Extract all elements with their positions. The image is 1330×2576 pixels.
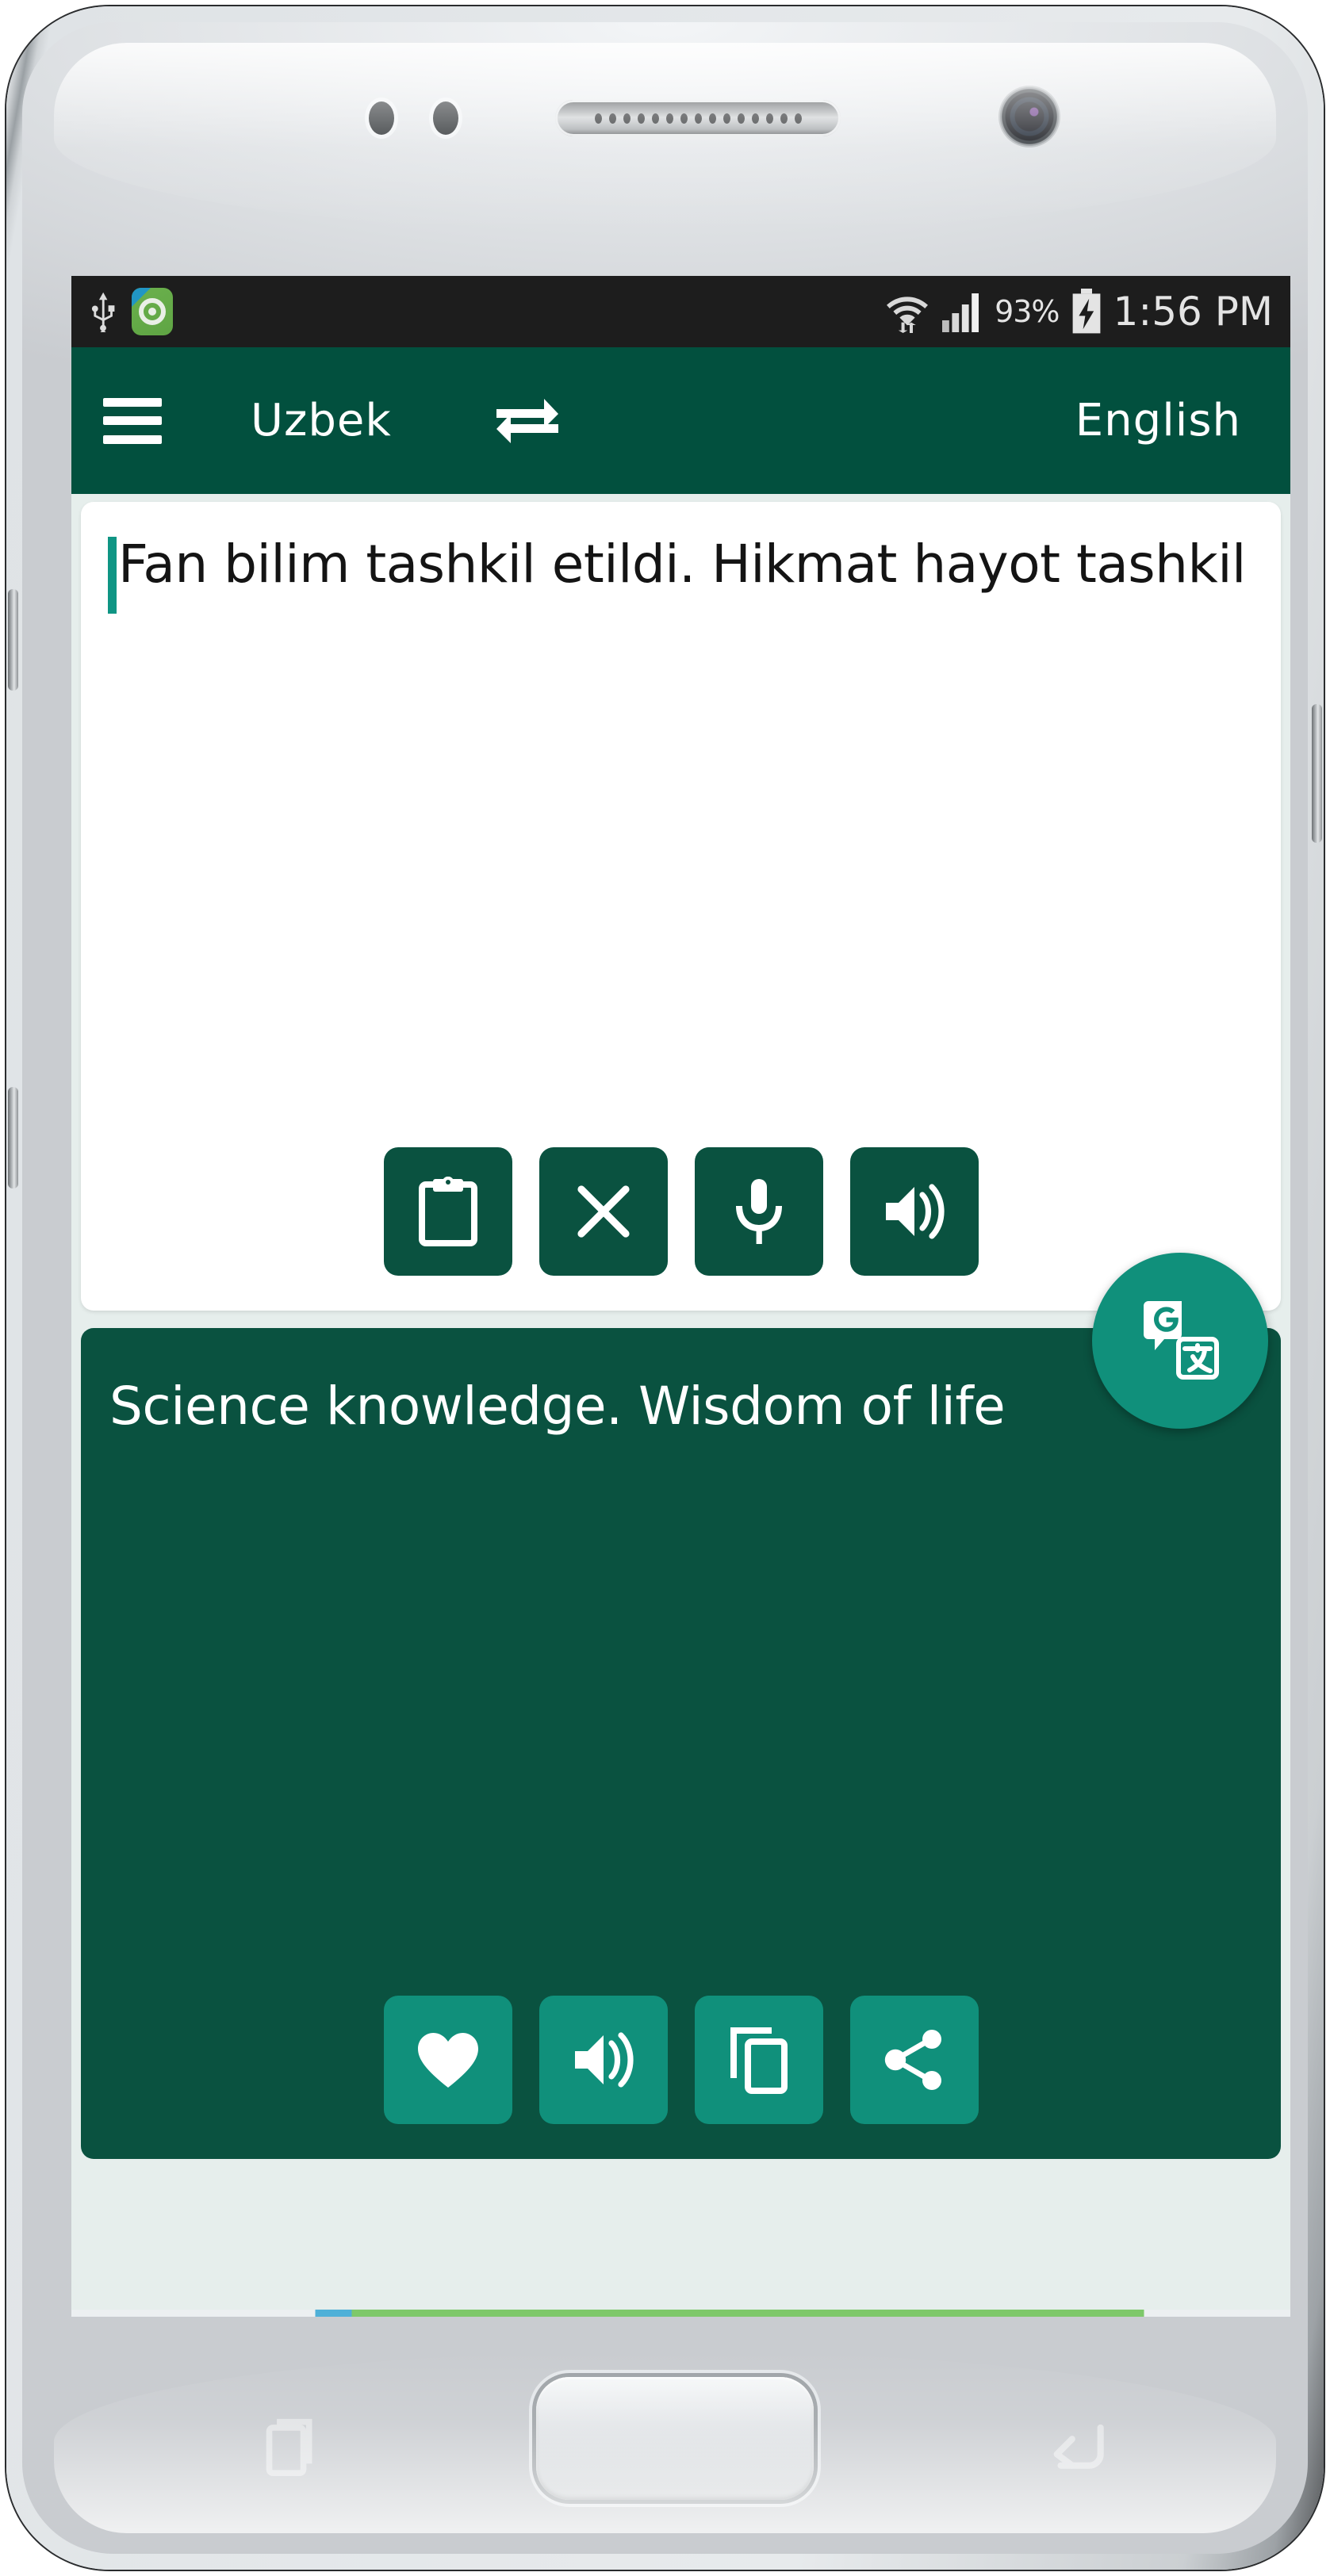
status-bar: 93% 1:56 PM — [71, 276, 1290, 347]
battery-charging-icon — [1072, 289, 1100, 334]
light-sensor-icon — [433, 101, 458, 135]
page-progress-bar — [71, 2310, 1290, 2317]
usb-icon — [91, 292, 115, 332]
phone-device: 93% 1:56 PM Uzbek English Fan bilim tash… — [6, 6, 1324, 2570]
clock-label: 1:56 PM — [1113, 289, 1273, 335]
volume-down-button[interactable] — [8, 1087, 18, 1188]
share-icon — [884, 2030, 941, 2090]
speak-translation-button[interactable] — [539, 1996, 668, 2124]
source-text-input[interactable]: Fan bilim tashkil etildi. Hikmat hayot t… — [81, 502, 1281, 1147]
volume-up-button[interactable] — [8, 589, 18, 691]
front-camera-icon — [1000, 87, 1059, 146]
clipboard-icon — [418, 1177, 477, 1246]
power-button[interactable] — [1312, 704, 1322, 843]
swap-languages-icon[interactable] — [493, 393, 562, 449]
earpiece-speaker-grille — [555, 100, 841, 136]
translation-result-card: Science knowledge. Wisdom of life — [81, 1328, 1281, 2159]
cellular-signal-icon — [942, 293, 979, 332]
proximity-sensor-icon — [369, 101, 394, 135]
microphone-icon — [735, 1179, 782, 1244]
source-actions-row — [81, 1147, 1281, 1311]
source-language-button[interactable]: Uzbek — [251, 395, 392, 446]
wifi-icon — [887, 297, 929, 333]
heart-icon — [417, 2033, 478, 2088]
phone-screen: 93% 1:56 PM Uzbek English Fan bilim tash… — [71, 276, 1290, 2317]
device-gloss-top — [54, 43, 1276, 233]
speak-source-button[interactable] — [849, 1147, 979, 1276]
home-button[interactable] — [536, 2377, 814, 2500]
hamburger-menu-icon[interactable] — [103, 397, 162, 444]
recents-icon[interactable] — [252, 2409, 320, 2477]
speaker-icon — [574, 2032, 633, 2088]
source-text-card: Fan bilim tashkil etildi. Hikmat hayot t… — [81, 502, 1281, 1311]
paste-button[interactable] — [383, 1147, 512, 1276]
translation-text-value: Science knowledge. Wisdom of life — [109, 1376, 1006, 1437]
translation-actions-row — [81, 1996, 1281, 2159]
target-language-button[interactable]: English — [1075, 395, 1241, 446]
copy-button[interactable] — [694, 1996, 823, 2124]
copy-icon — [730, 2027, 788, 2094]
phone-body: 93% 1:56 PM Uzbek English Fan bilim tash… — [22, 22, 1308, 2554]
google-translate-fab[interactable] — [1092, 1253, 1268, 1429]
favorite-button[interactable] — [383, 1996, 512, 2124]
source-text-value: Fan bilim tashkil etildi. Hikmat hayot t… — [118, 534, 1246, 595]
clear-button[interactable] — [539, 1147, 668, 1276]
speaker-icon — [885, 1184, 944, 1239]
google-translate-icon — [1144, 1301, 1219, 1380]
app-bar: Uzbek English — [71, 347, 1290, 494]
share-button[interactable] — [849, 1996, 979, 2124]
back-icon[interactable] — [1044, 2409, 1112, 2477]
battery-percent-label: 93% — [995, 294, 1060, 329]
text-caret — [108, 537, 117, 614]
app-notification-icon — [132, 288, 173, 335]
close-icon — [577, 1185, 630, 1238]
voice-input-button[interactable] — [694, 1147, 823, 1276]
